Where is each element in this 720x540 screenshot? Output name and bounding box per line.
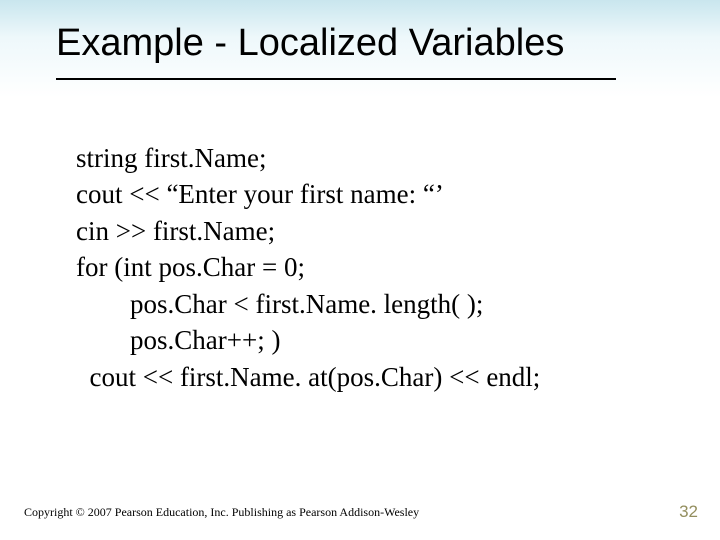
copyright-footer: Copyright © 2007 Pearson Education, Inc.… (24, 505, 419, 520)
code-line: string first.Name; (76, 140, 680, 176)
code-line: for (int pos.Char = 0; (76, 249, 680, 285)
code-line: cout << “Enter your first name: “’ (76, 176, 680, 212)
code-line: cout << first.Name. at(pos.Char) << endl… (76, 359, 680, 395)
page-number: 32 (679, 502, 698, 522)
code-line: cin >> first.Name; (76, 213, 680, 249)
code-block: string first.Name; cout << “Enter your f… (76, 140, 680, 395)
title-underline (56, 78, 616, 80)
code-line: pos.Char++; ) (76, 322, 680, 358)
slide-title: Example - Localized Variables (56, 22, 564, 65)
code-line: pos.Char < first.Name. length( ); (76, 286, 680, 322)
slide: Example - Localized Variables string fir… (0, 0, 720, 540)
